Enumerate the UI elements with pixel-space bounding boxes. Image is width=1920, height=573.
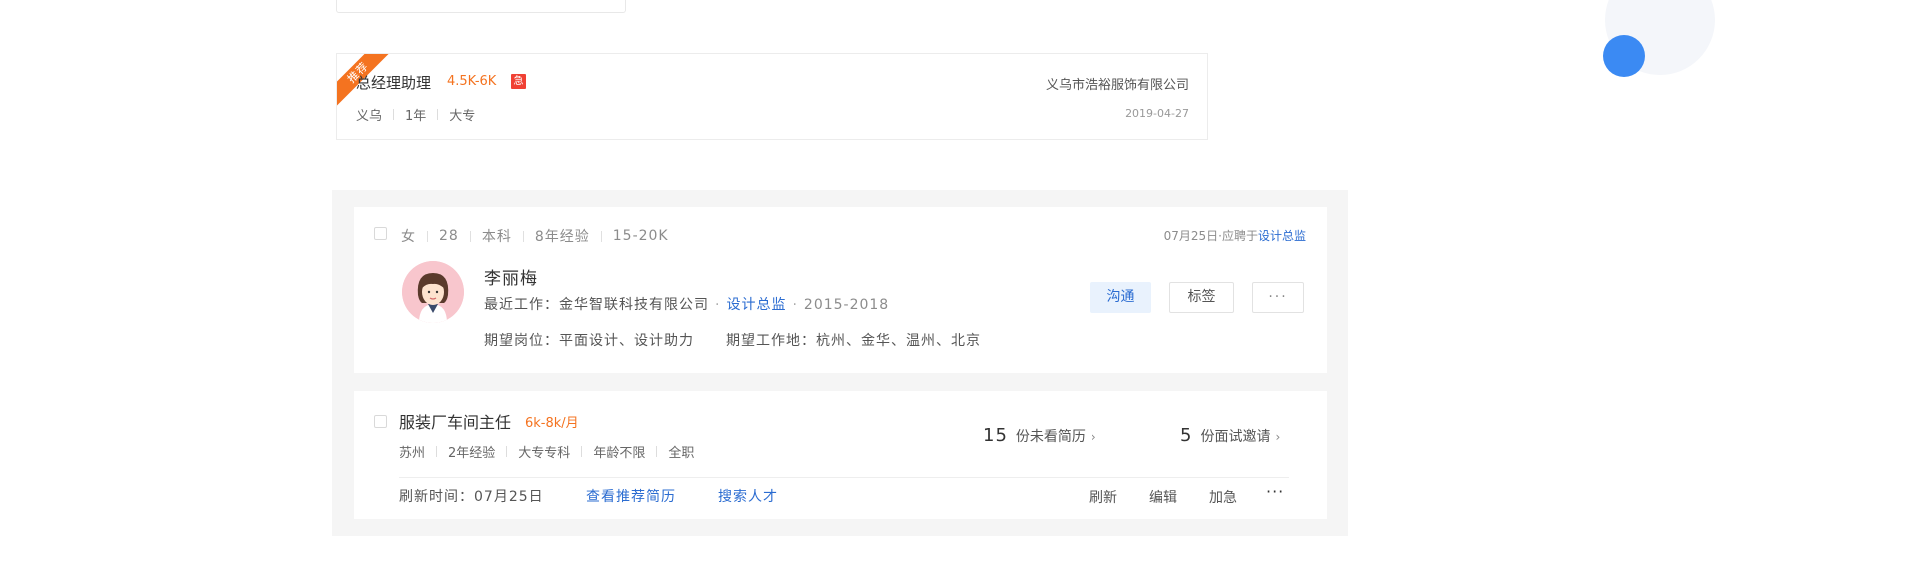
posting-meta: 苏州 2年经验 大专专科 年龄不限 全职 bbox=[399, 442, 694, 461]
candidate-meta: 女 28 本科 8年经验 15-20K bbox=[401, 226, 669, 246]
posting-age: 年龄不限 bbox=[593, 446, 646, 461]
job-meta: 义乌 1年 大专 bbox=[356, 105, 475, 124]
divider bbox=[656, 446, 658, 457]
divider bbox=[436, 446, 438, 457]
posting-experience: 2年经验 bbox=[448, 446, 496, 461]
divider bbox=[393, 109, 395, 120]
previous-card-stub bbox=[336, 0, 626, 13]
expected-position: 期望岗位：平面设计、设计助力 bbox=[484, 333, 694, 349]
divider bbox=[506, 446, 508, 457]
posting-education: 大专专科 bbox=[518, 446, 571, 461]
recent-company: 最近工作：金华智联科技有限公司 bbox=[484, 297, 709, 313]
recent-years: 2015-2018 bbox=[803, 297, 890, 313]
chevron-right-icon: › bbox=[1090, 430, 1096, 444]
candidate-experience: 8年经验 bbox=[534, 229, 590, 245]
job-date: 2019-04-27 bbox=[1125, 107, 1189, 120]
tag-button[interactable]: 标签 bbox=[1169, 282, 1234, 313]
divider bbox=[427, 230, 428, 242]
chevron-right-icon: › bbox=[1275, 430, 1281, 444]
refresh-time: 刷新时间：07月25日 bbox=[399, 489, 544, 505]
chat-button[interactable]: 沟通 bbox=[1090, 282, 1151, 313]
refresh-button[interactable]: 刷新 bbox=[1089, 487, 1117, 507]
boost-button[interactable]: 加急 bbox=[1209, 487, 1237, 507]
avatar-icon bbox=[402, 261, 464, 323]
candidate-name[interactable]: 李丽梅 bbox=[484, 264, 538, 289]
expectations: 期望岗位：平面设计、设计助力 期望工作地：杭州、金华、温州、北京 bbox=[484, 330, 981, 350]
interview-invites-link[interactable]: 5 份面试邀请 › bbox=[1180, 425, 1280, 446]
floating-dot bbox=[1603, 35, 1645, 77]
interview-label: 份面试邀请 bbox=[1200, 429, 1271, 445]
posting-title[interactable]: 服装厂车间主任 bbox=[399, 409, 511, 433]
unread-label: 份未看简历 bbox=[1015, 429, 1086, 445]
urgent-badge: 急 bbox=[511, 74, 526, 89]
applied-date: 07月25日·应聘于 bbox=[1163, 229, 1258, 243]
divider bbox=[600, 230, 602, 242]
divider bbox=[581, 446, 583, 457]
unread-count: 15 bbox=[983, 425, 1008, 446]
candidate-card: 女 28 本科 8年经验 15-20K 07月25日·应聘于设计总监 李丽梅 最… bbox=[354, 207, 1327, 373]
divider bbox=[437, 109, 439, 120]
divider bbox=[522, 230, 524, 242]
company-name[interactable]: 义乌市浩裕服饰有限公司 bbox=[1046, 74, 1189, 93]
posting-checkbox[interactable] bbox=[374, 415, 387, 428]
candidate-checkbox[interactable] bbox=[374, 227, 387, 240]
candidate-salary: 15-20K bbox=[612, 228, 669, 244]
posting-salary: 6k-8k/月 bbox=[525, 416, 579, 431]
avatar[interactable] bbox=[402, 261, 464, 323]
job-title[interactable]: 总经理助理 bbox=[356, 72, 431, 93]
job-experience: 1年 bbox=[405, 109, 427, 124]
candidate-gender: 女 bbox=[401, 229, 416, 245]
candidate-education: 本科 bbox=[481, 229, 512, 245]
applied-position-link[interactable]: 设计总监 bbox=[1258, 229, 1306, 243]
job-location: 义乌 bbox=[356, 109, 383, 124]
expected-location: 期望工作地：杭州、金华、温州、北京 bbox=[726, 333, 981, 349]
applied-info: 07月25日·应聘于设计总监 bbox=[1164, 227, 1306, 244]
job-education: 大专 bbox=[449, 109, 476, 124]
interview-count: 5 bbox=[1180, 425, 1193, 446]
view-recommended-link[interactable]: 查看推荐简历 bbox=[586, 486, 676, 506]
job-salary: 4.5K-6K bbox=[447, 74, 497, 89]
divider bbox=[469, 230, 471, 242]
unread-resumes-link[interactable]: 15 份未看简历 › bbox=[983, 425, 1096, 446]
posting-location: 苏州 bbox=[399, 446, 426, 461]
more-options-button[interactable]: ··· bbox=[1252, 282, 1304, 313]
posting-type: 全职 bbox=[668, 446, 695, 461]
job-card[interactable]: 推荐 总经理助理 4.5K-6K 急 义乌市浩裕服饰有限公司 义乌 1年 大专 … bbox=[336, 53, 1208, 140]
divider bbox=[399, 477, 1289, 478]
recent-work: 最近工作：金华智联科技有限公司 · 设计总监 · 2015-2018 bbox=[484, 297, 890, 313]
search-talent-link[interactable]: 搜索人才 bbox=[718, 486, 778, 506]
edit-button[interactable]: 编辑 bbox=[1149, 487, 1177, 507]
more-actions-button[interactable]: ··· bbox=[1266, 482, 1284, 501]
recent-position-link[interactable]: 设计总监 bbox=[726, 297, 786, 313]
job-posting-card: 服装厂车间主任 6k-8k/月 苏州 2年经验 大专专科 年龄不限 全职 15 … bbox=[354, 391, 1327, 519]
candidate-age: 28 bbox=[439, 228, 459, 244]
